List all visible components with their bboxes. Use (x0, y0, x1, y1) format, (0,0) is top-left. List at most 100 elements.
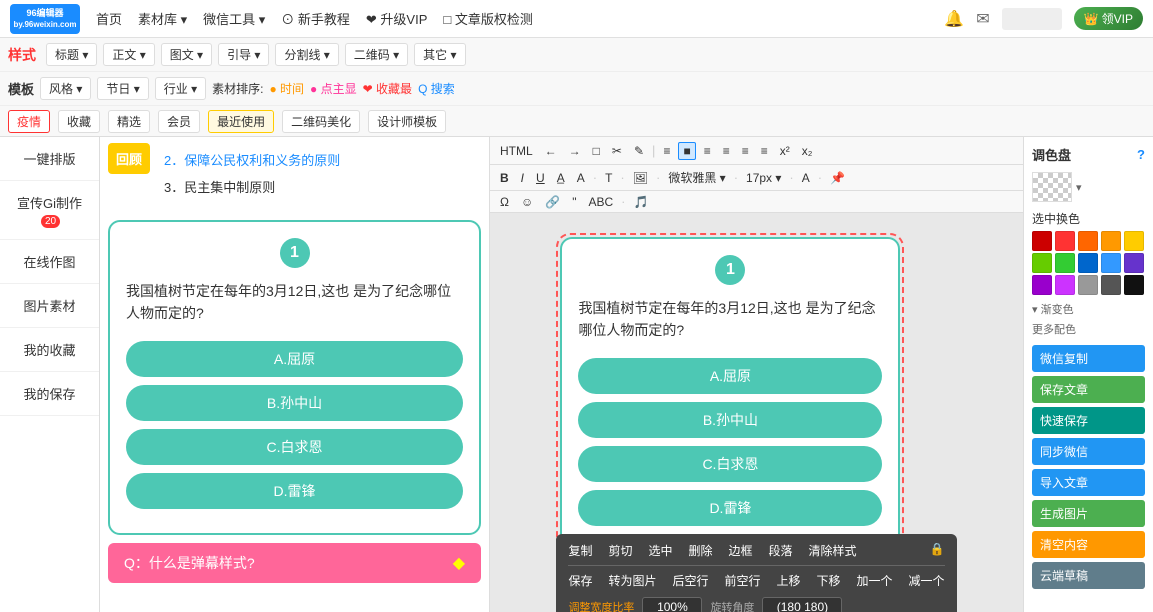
tb-qrcode[interactable]: 二维码 ▾ (345, 43, 408, 66)
quiz-option-right-1[interactable]: B.孙中山 (578, 402, 882, 438)
ed-omega[interactable]: Ω (496, 194, 513, 210)
ed-image[interactable]: 🖼 (629, 170, 652, 186)
quiz-option-left-2[interactable]: C.白求恩 (126, 429, 463, 465)
ed-link[interactable]: 🔗 (541, 194, 564, 210)
notification-bell-icon[interactable]: 🔔 (944, 9, 964, 29)
color-help-icon[interactable]: ? (1137, 147, 1145, 162)
ed-music[interactable]: 🎵 (630, 194, 653, 210)
quiz-option-left-3[interactable]: D.雷锋 (126, 473, 463, 509)
sort-fav[interactable]: ❤ 收藏最 (363, 80, 412, 97)
ctx-up[interactable]: 上移 (777, 572, 801, 589)
nav-materials[interactable]: 素材库 ▾ (138, 9, 187, 28)
ed-align-left[interactable]: ■ (678, 142, 695, 160)
template-text-item-1[interactable]: 2．保障公民权利和义务的原则 (164, 149, 340, 172)
ed-color[interactable]: A̲ (553, 170, 569, 186)
ctx-after-line[interactable]: 后空行 (672, 572, 708, 589)
ctx-resize-label[interactable]: 调整宽度比率 (568, 599, 634, 612)
ed-list[interactable]: ≡ (659, 143, 674, 159)
color-cell-11[interactable] (1032, 275, 1052, 295)
ctx-clear-style[interactable]: 清除样式 (809, 542, 857, 559)
ctx-to-image[interactable]: 转为图片 (608, 572, 656, 589)
color-cell-8[interactable] (1078, 253, 1098, 273)
color-cell-15[interactable] (1124, 275, 1144, 295)
color-cell-13[interactable] (1078, 275, 1098, 295)
tb-filter-member[interactable]: 会员 (158, 110, 200, 133)
ed-font[interactable]: A (573, 170, 589, 186)
vip-button[interactable]: 👑 领VIP (1074, 7, 1143, 30)
tb-filter-featured[interactable]: 精选 (108, 110, 150, 133)
ed-edit[interactable]: ✎ (630, 143, 648, 159)
ed-undo[interactable]: ← (541, 143, 561, 159)
color-cell-4[interactable] (1101, 231, 1121, 251)
ctx-select[interactable]: 选中 (648, 542, 672, 559)
sidebar-item-layout[interactable]: 一键排版 (0, 137, 99, 181)
color-cell-6[interactable] (1032, 253, 1052, 273)
ed-align-right[interactable]: ≡ (719, 143, 734, 159)
tb-divider[interactable]: 分割线 ▾ (275, 43, 338, 66)
tb-holiday[interactable]: 节日 ▾ (97, 77, 148, 100)
ctx-down[interactable]: 下移 (817, 572, 841, 589)
tb-recent[interactable]: 最近使用 (208, 110, 274, 133)
sidebar-item-drawing[interactable]: 在线作图 (0, 240, 99, 284)
ctx-remove[interactable]: 减一个 (909, 572, 945, 589)
ctx-add[interactable]: 加一个 (857, 572, 893, 589)
ed-abc[interactable]: ABC (584, 194, 617, 210)
ctx-paragraph[interactable]: 段落 (769, 542, 793, 559)
sidebar-item-gi[interactable]: 宣传Gi制作 20 (0, 181, 99, 240)
ctx-border[interactable]: 边框 (729, 542, 753, 559)
sort-time[interactable]: ● 时间 (269, 80, 304, 97)
color-dropdown-arrow[interactable]: ▾ (1076, 181, 1082, 194)
back-button[interactable]: 回顾 (108, 143, 150, 174)
action-clear-content[interactable]: 清空内容 (1032, 531, 1145, 558)
color-cell-3[interactable] (1078, 231, 1098, 251)
ctx-rotate-input[interactable] (762, 597, 842, 612)
tb-search[interactable]: Q 搜索 (418, 80, 455, 97)
ed-subscript[interactable]: x₂ (798, 143, 817, 159)
ed-pin[interactable]: 📌 (826, 170, 849, 186)
ed-copy[interactable]: □ (589, 143, 604, 159)
action-quick-save[interactable]: 快速保存 (1032, 407, 1145, 434)
ctx-copy[interactable]: 复制 (568, 542, 592, 559)
ed-superscript[interactable]: x² (776, 143, 794, 159)
action-import-article[interactable]: 导入文章 (1032, 469, 1145, 496)
color-cell-10[interactable] (1124, 253, 1144, 273)
tb-filter-fav[interactable]: 收藏 (58, 110, 100, 133)
ed-emoji[interactable]: ☺ (517, 194, 537, 210)
ed-align-center[interactable]: ≡ (700, 143, 715, 159)
color-cell-1[interactable] (1032, 231, 1052, 251)
ed-bold[interactable]: B (496, 170, 513, 186)
action-generate-image[interactable]: 生成图片 (1032, 500, 1145, 527)
ctx-cut[interactable]: 剪切 (608, 542, 632, 559)
tb-qrcode-beauty[interactable]: 二维码美化 (282, 110, 360, 133)
tb-industry[interactable]: 行业 ▾ (155, 77, 206, 100)
editor-selected-wrapper[interactable]: 1 我国植树节定在每年的3月12日,这也 是为了纪念哪位人物而定的? A.屈原 … (556, 233, 904, 556)
ed-text-color[interactable]: A (798, 170, 814, 186)
quiz-option-right-2[interactable]: C.白求恩 (578, 446, 882, 482)
ed-text-style[interactable]: T (601, 170, 616, 186)
gradient-label[interactable]: ▾ 渐变色 (1032, 301, 1145, 317)
nav-copyright[interactable]: □ 文章版权检测 (443, 9, 532, 28)
ed-font-size[interactable]: 17px ▾ (742, 170, 785, 186)
quiz-option-left-1[interactable]: B.孙中山 (126, 385, 463, 421)
tb-designer[interactable]: 设计师模板 (368, 110, 446, 133)
action-cloud-draft[interactable]: 云端草稿 (1032, 562, 1145, 589)
ed-cut[interactable]: ✂ (608, 143, 626, 159)
ed-italic[interactable]: I (517, 170, 528, 186)
color-cell-9[interactable] (1101, 253, 1121, 273)
template-text-item-2[interactable]: 3．民主集中制原则 (164, 176, 340, 199)
ctx-save[interactable]: 保存 (568, 572, 592, 589)
ctx-lock-icon[interactable]: 🔒 (930, 542, 945, 556)
quiz-option-left-0[interactable]: A.屈原 (126, 341, 463, 377)
ed-underline[interactable]: U (532, 170, 549, 186)
sidebar-item-favorites[interactable]: 我的收藏 (0, 328, 99, 372)
mail-icon[interactable]: ✉ (976, 9, 989, 29)
ctx-before-line[interactable]: 前空行 (724, 572, 760, 589)
tb-guide[interactable]: 引导 ▾ (218, 43, 269, 66)
tb-style[interactable]: 风格 ▾ (40, 77, 91, 100)
nav-tutorial[interactable]: ⊙ 新手教程 (281, 9, 350, 28)
color-cell-7[interactable] (1055, 253, 1075, 273)
user-avatar[interactable] (1002, 8, 1062, 30)
sort-theme[interactable]: ● 点主显 (310, 80, 357, 97)
more-colors-label[interactable]: 更多配色 (1032, 321, 1145, 337)
ed-outdent[interactable]: ≡ (757, 143, 772, 159)
